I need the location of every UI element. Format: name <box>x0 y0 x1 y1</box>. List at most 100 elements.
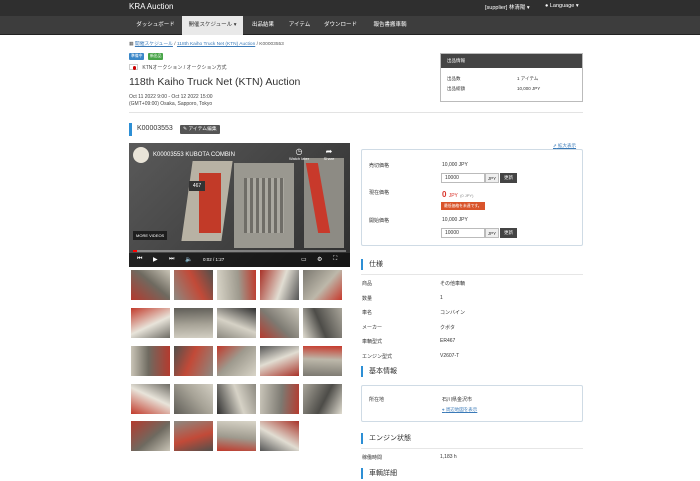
photo-thumbnail[interactable] <box>260 384 299 414</box>
video-progress-bar[interactable] <box>133 250 346 252</box>
listing-count-label: 出品数 <box>447 76 461 81</box>
spec-value: V2607-T <box>440 352 460 359</box>
user-menu[interactable]: [supplier] 林清陽 ▾ <box>485 3 530 11</box>
video-controls: ⏮ ▶ ⏭ 🔈 0:02 / 1:27 ▭ ⚙ ⛶ <box>129 253 350 267</box>
channel-avatar[interactable] <box>133 147 149 163</box>
basic-info-heading: 基本情報 <box>361 366 397 377</box>
watch-later-button[interactable]: ◷ Watch later <box>287 147 311 161</box>
more-videos-button[interactable]: MORE VIDEOS <box>133 231 168 240</box>
photo-thumbnail[interactable] <box>217 346 256 376</box>
new-badge: 新出品 <box>148 53 164 60</box>
engine-divider <box>361 448 583 449</box>
gear-icon[interactable]: ⚙ <box>317 256 322 263</box>
start-price-input[interactable] <box>441 228 485 238</box>
start-price-update-button[interactable]: 更新 <box>500 228 517 238</box>
spec-value: その他車輌 <box>440 281 466 287</box>
video-title[interactable]: K00003553 KUBOTA COMBIN <box>153 152 235 158</box>
globe-icon: ● <box>545 3 549 9</box>
photo-thumbnail[interactable] <box>131 308 170 338</box>
photo-thumbnail[interactable] <box>303 308 342 338</box>
map-marker-icon: ⌖ <box>442 407 445 412</box>
subtitles-icon[interactable]: ▭ <box>301 256 307 263</box>
link-icon: ⇗ <box>553 143 557 148</box>
spec-value: 1 <box>440 294 443 301</box>
nav-report[interactable]: 報告書搬車輌 <box>365 16 415 35</box>
location-label: 所在地 <box>369 397 385 403</box>
sell-price-value: 10,000 JPY <box>442 162 468 168</box>
nav-download[interactable]: ダウンロード <box>316 16 365 35</box>
map-link-label: 周辺地図を表示 <box>445 407 478 412</box>
specs-heading: 仕様 <box>361 259 383 270</box>
nav-results[interactable]: 出品結果 <box>243 16 283 35</box>
engine-heading: エンジン状態 <box>361 433 411 444</box>
photo-thumbnail[interactable] <box>131 270 170 300</box>
photo-thumbnail[interactable] <box>174 308 213 338</box>
photo-thumbnail[interactable] <box>131 346 170 376</box>
photo-thumbnail[interactable] <box>260 346 299 376</box>
photo-thumbnail[interactable] <box>303 346 342 376</box>
photo-thumbnail[interactable] <box>260 308 299 338</box>
spec-label: メーカー <box>362 324 383 331</box>
sell-price-update-button[interactable]: 更新 <box>500 173 517 183</box>
nav-items[interactable]: アイテム <box>283 16 316 35</box>
sell-price-unit: JPY <box>485 173 499 183</box>
photo-thumbnail[interactable] <box>303 270 342 300</box>
status-badge: 準備中 <box>129 53 145 60</box>
spec-value: ER467 <box>440 338 456 344</box>
sell-price-label: 売切価格 <box>369 163 390 169</box>
photo-thumbnail[interactable] <box>303 384 342 414</box>
photo-thumbnail[interactable] <box>217 384 256 414</box>
nav-schedule[interactable]: 開催スケジュール ▾ <box>182 16 243 35</box>
auction-subtitle: KTNオークション / オークション方式 <box>129 64 227 71</box>
volume-icon[interactable]: 🔈 <box>185 256 192 263</box>
skip-previous-icon[interactable]: ⏮ <box>137 256 142 263</box>
listing-info-panel: 出品情報 出品数 1 アイテム 出品総額 10,000 JPY <box>440 53 583 102</box>
lot-number: K00003553 <box>137 125 173 132</box>
reserve-not-met-badge: 最低価格を未達です。 <box>441 202 485 210</box>
photo-thumbnail[interactable] <box>131 421 170 451</box>
breadcrumb-home-icon: ▦ <box>129 42 134 47</box>
photo-thumbnail[interactable] <box>260 270 299 300</box>
photo-thumbnail[interactable] <box>217 270 256 300</box>
fullscreen-icon[interactable]: ⛶ <box>333 256 337 263</box>
vehicle-details-heading: 車輌詳細 <box>361 468 397 479</box>
watch-later-label: Watch later <box>288 156 310 161</box>
photo-thumbnail[interactable] <box>174 346 213 376</box>
photo-thumbnail[interactable] <box>217 421 256 451</box>
breadcrumb-current: K00003553 <box>259 42 284 47</box>
breadcrumb-sep: / <box>256 42 258 47</box>
language-label: Language ▾ <box>549 3 579 9</box>
photo-thumbnail[interactable] <box>260 421 299 451</box>
basic-info-panel: 所在地 石川県金沢市 ⌖ 周辺地図を表示 <box>361 385 583 422</box>
listing-total-label: 出品総額 <box>447 86 465 91</box>
photo-thumbnail[interactable] <box>217 308 256 338</box>
photo-thumbnail[interactable] <box>174 384 213 414</box>
video-scene-grill <box>244 178 284 233</box>
price-panel: 売切価格 10,000 JPY JPY 更新 現在価格 0 JPY (0 JPY… <box>361 149 583 246</box>
auction-timezone: (GMT+09:00) Osaka, Sapporo, Tokyo <box>129 101 213 107</box>
sell-price-input[interactable] <box>441 173 485 183</box>
breadcrumb-schedule-link[interactable]: 開催スケジュール <box>135 42 173 47</box>
video-player[interactable]: 467 K00003553 KUBOTA COMBIN ◷ Watch late… <box>129 143 350 267</box>
breadcrumb-auction-link[interactable]: 118th Kaiho Truck Net (KTN) Auction <box>177 42 255 47</box>
photo-thumbnail[interactable] <box>174 270 213 300</box>
video-scene-number: 467 <box>189 181 205 191</box>
edit-item-button[interactable]: ✎ アイテム編集 <box>180 125 220 134</box>
share-button[interactable]: ➦ Share <box>319 147 339 161</box>
skip-next-icon[interactable]: ⏭ <box>169 256 174 263</box>
spec-value: コンバイン <box>440 310 466 316</box>
video-time: 0:02 / 1:27 <box>203 257 225 262</box>
play-icon[interactable]: ▶ <box>153 256 158 263</box>
listing-total-value: 10,000 JPY <box>517 86 541 91</box>
brand-logo[interactable]: KRA Auction <box>129 2 173 11</box>
share-icon: ➦ <box>325 147 333 156</box>
auction-date-range: Oct 11 2022 9:00 - Oct 12 2022 15:00 <box>129 94 213 100</box>
photo-thumbnail[interactable] <box>174 421 213 451</box>
nav-dashboard[interactable]: ダッシュボード <box>129 16 182 35</box>
map-link[interactable]: ⌖ 周辺地図を表示 <box>442 407 477 413</box>
photo-thumbnail[interactable] <box>131 384 170 414</box>
language-menu[interactable]: ● Language ▾ <box>545 3 579 9</box>
share-label: Share <box>323 156 335 161</box>
zoom-link-label: 拡大表示 <box>558 143 577 148</box>
engine-hours-value: 1,183 h <box>440 454 457 460</box>
